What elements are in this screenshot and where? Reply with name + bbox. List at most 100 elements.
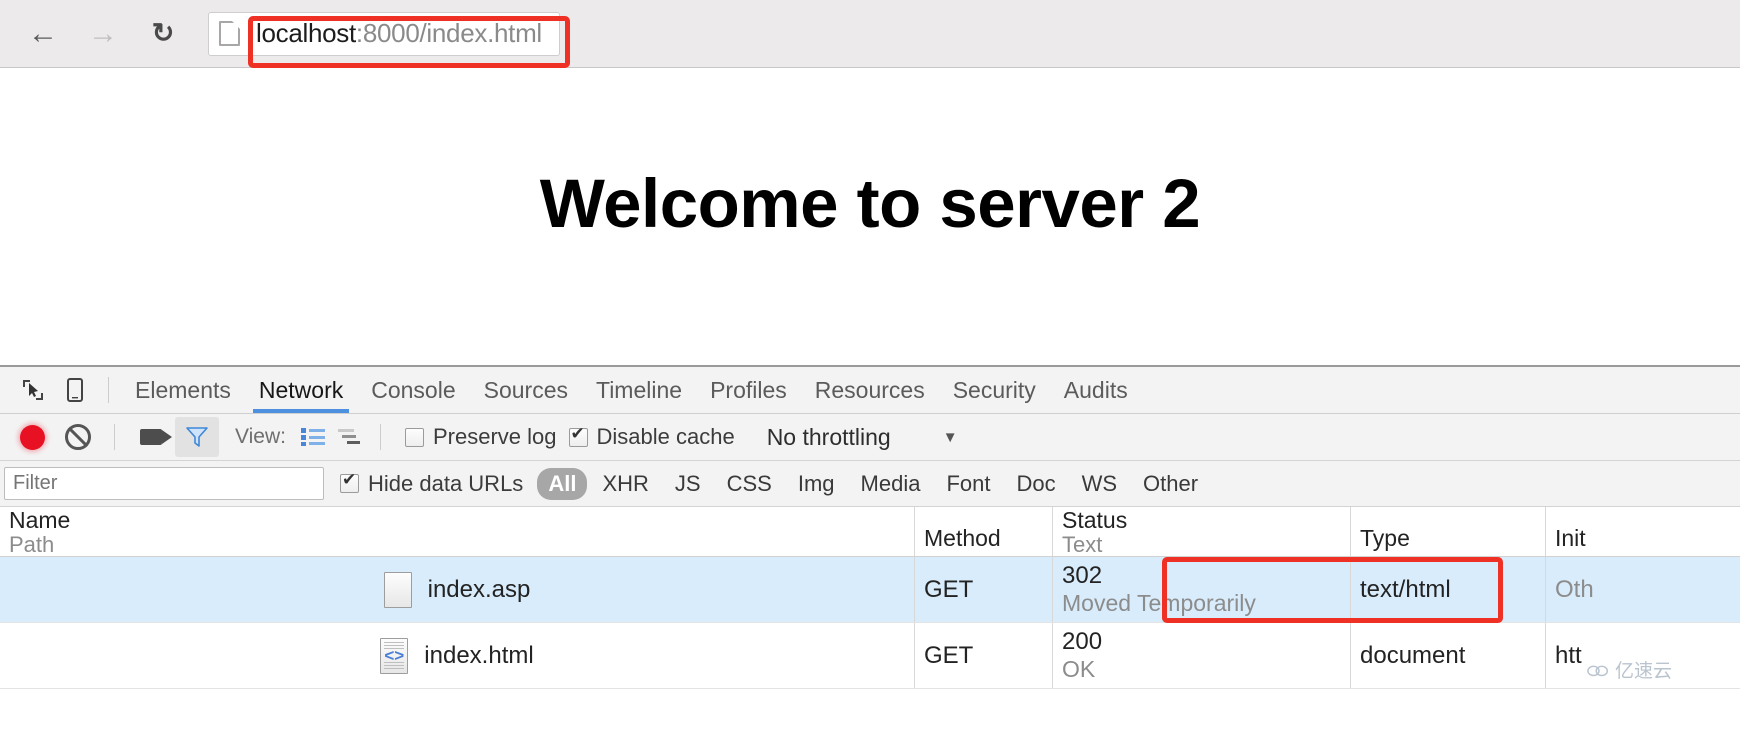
row-status-code: 302 [1062, 561, 1103, 589]
column-header-method[interactable]: Method [915, 507, 1053, 556]
filter-pill-other[interactable]: Other [1132, 468, 1209, 500]
chevron-down-icon[interactable]: ▼ [943, 429, 958, 446]
hide-data-urls-checkbox[interactable] [340, 470, 359, 493]
row-status-code: 200 [1062, 627, 1103, 655]
preserve-log-checkbox[interactable] [404, 427, 424, 447]
url-text: localhost:8000/index.html [256, 18, 542, 49]
device-toolbar-icon[interactable] [54, 369, 96, 411]
tab-sources[interactable]: Sources [470, 367, 582, 413]
filter-toggle-button[interactable] [175, 417, 219, 457]
column-header-name[interactable]: Name Path [0, 507, 915, 556]
waterfall-view-icon [337, 429, 360, 444]
camera-icon [140, 429, 172, 445]
filter-pill-font[interactable]: Font [935, 468, 1001, 500]
hide-data-urls-toggle[interactable]: Hide data URLs [340, 470, 524, 497]
preserve-log-toggle[interactable]: Preserve log [404, 424, 557, 450]
column-header-type[interactable]: Type [1351, 507, 1546, 556]
tab-security[interactable]: Security [939, 367, 1050, 413]
view-label: View: [235, 425, 286, 448]
column-header-initiator-label: Init [1555, 525, 1586, 551]
row-type-label: text/html [1360, 575, 1451, 603]
column-header-name-main: Name [9, 507, 71, 533]
row-status-text: Moved Temporarily [1062, 589, 1256, 616]
devtools-tabbar: Elements Network Console Sources Timelin… [0, 367, 1740, 414]
tab-audits[interactable]: Audits [1050, 367, 1142, 413]
clear-icon [65, 424, 91, 450]
filter-pill-xhr[interactable]: XHR [591, 468, 659, 500]
tab-console[interactable]: Console [357, 367, 469, 413]
back-arrow-icon[interactable]: ← [26, 17, 60, 51]
row-name-cell[interactable]: <> index.html [0, 623, 915, 688]
throttling-select[interactable]: No throttling [767, 424, 891, 451]
row-initiator-label: htt [1555, 641, 1582, 669]
address-bar[interactable]: localhost:8000/index.html [208, 11, 560, 56]
file-code-icon: <> [380, 637, 409, 674]
forward-arrow-icon: → [88, 16, 118, 50]
reload-icon[interactable]: ↻ [146, 17, 180, 51]
omnibox-wrapper: localhost:8000/index.html [208, 11, 1728, 68]
network-toolbar: View: Preserve log Disabl [0, 414, 1740, 461]
row-name-cell[interactable]: index.asp [0, 557, 915, 622]
row-status-cell: 200 OK [1053, 623, 1351, 688]
row-name-label: index.asp [427, 575, 531, 603]
row-type-label: document [1360, 641, 1466, 669]
list-view-icon [300, 428, 325, 446]
filter-pill-img[interactable]: Img [787, 468, 846, 500]
filter-pill-media[interactable]: Media [850, 468, 932, 500]
filter-pill-css[interactable]: CSS [716, 468, 783, 500]
row-type-cell: document [1351, 623, 1546, 688]
column-header-initiator[interactable]: Init [1546, 507, 1740, 556]
filter-pill-ws[interactable]: WS [1071, 468, 1128, 500]
column-header-status-sub: Text [1062, 532, 1103, 556]
tab-elements[interactable]: Elements [121, 367, 245, 413]
waterfall-view-button[interactable] [332, 420, 366, 454]
record-button[interactable] [10, 417, 54, 457]
filter-pill-all[interactable]: All [537, 467, 588, 500]
row-method-cell: GET [915, 557, 1053, 622]
inspect-element-icon[interactable] [12, 369, 54, 411]
row-initiator-cell: Oth [1546, 557, 1740, 622]
row-method-label: GET [924, 575, 974, 603]
toolbar-divider-3 [379, 424, 381, 450]
row-type-cell: text/html [1351, 557, 1546, 622]
devtools-panel: Elements Network Console Sources Timelin… [0, 367, 1740, 689]
table-row[interactable]: <> index.html GET 200 OK document htt [0, 623, 1740, 689]
list-view-button[interactable] [296, 420, 330, 454]
browser-toolbar: ← → ↻ localhost:8000/index.html [0, 0, 1740, 68]
row-initiator-label: Oth [1555, 575, 1594, 603]
tab-network[interactable]: Network [245, 367, 357, 413]
row-method-cell: GET [915, 623, 1053, 688]
filter-pill-doc[interactable]: Doc [1005, 468, 1066, 500]
network-filterbar: Hide data URLs All XHR JS CSS Img Media … [0, 461, 1740, 507]
url-host: localhost [256, 18, 356, 48]
network-requests-table: Name Path Method Status Text Type Init i… [0, 507, 1740, 689]
column-header-status[interactable]: Status Text [1053, 507, 1351, 556]
tab-timeline[interactable]: Timeline [582, 367, 696, 413]
hide-data-urls-label: Hide data URLs [368, 470, 524, 496]
column-header-type-label: Type [1360, 525, 1410, 551]
resource-type-filters: All XHR JS CSS Img Media Font Doc WS Oth… [537, 467, 1209, 500]
network-requests-wrapper: Name Path Method Status Text Type Init i… [0, 507, 1740, 689]
disable-cache-checkbox[interactable] [568, 424, 588, 447]
column-header-method-label: Method [924, 525, 1001, 551]
tab-profiles[interactable]: Profiles [696, 367, 801, 413]
toolbar-divider-2 [114, 424, 115, 450]
clear-button[interactable] [56, 417, 100, 457]
page-info-icon [219, 21, 240, 46]
url-path: :8000/index.html [355, 18, 542, 48]
page-viewport: Welcome to server 2 [0, 68, 1740, 367]
tab-resources[interactable]: Resources [801, 367, 939, 413]
page-title: Welcome to server 2 [539, 165, 1201, 242]
navigation-buttons: ← → ↻ [26, 17, 180, 51]
disable-cache-label: Disable cache [596, 424, 735, 449]
filter-pill-js[interactable]: JS [664, 468, 712, 500]
disable-cache-toggle[interactable]: Disable cache [568, 424, 735, 450]
column-header-status-main: Status [1062, 507, 1128, 533]
column-header-name-sub: Path [9, 532, 55, 556]
row-name-label: index.html [424, 641, 534, 669]
table-row[interactable]: index.asp GET 302 Moved Temporarily text… [0, 557, 1740, 623]
table-header-row: Name Path Method Status Text Type Init [0, 507, 1740, 557]
funnel-icon [186, 427, 208, 447]
filter-input[interactable] [4, 467, 324, 500]
capture-screenshots-button[interactable] [129, 417, 173, 457]
